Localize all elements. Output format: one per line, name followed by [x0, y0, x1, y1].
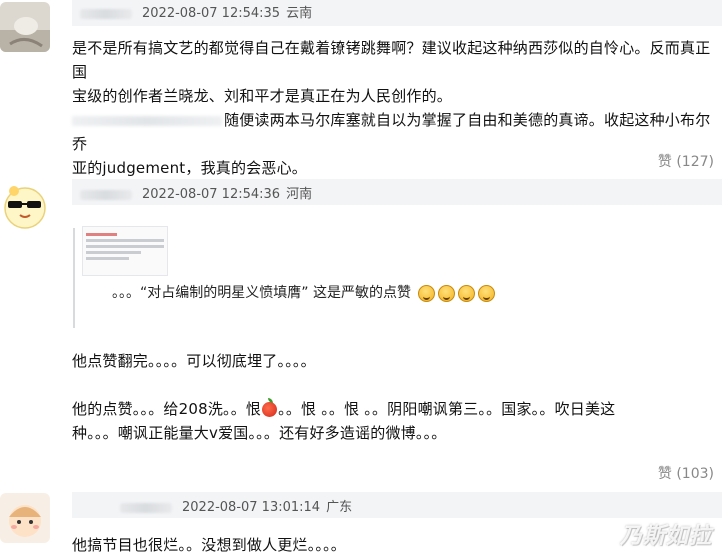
- redacted-text: [72, 115, 222, 126]
- quote-bar: [73, 228, 75, 328]
- avatar[interactable]: [0, 2, 50, 52]
- comment-meta: 2022-08-07 12:54:35 云南: [80, 2, 312, 21]
- comment-location: 云南: [286, 6, 313, 21]
- comment-time: 2022-08-07 12:54:35: [142, 6, 281, 21]
- comment-line-text: 他的点赞。。。给208洗。。恨: [72, 400, 262, 418]
- apple-emoji-icon: [262, 398, 278, 417]
- comment-time: 2022-08-07 13:01:14: [182, 500, 321, 515]
- comment-line: 亚的judgement，我真的会恶心。: [72, 159, 307, 177]
- comment-line: 宝级的创作者兰晓龙、刘和平才是真正在为人民创作的。: [72, 87, 453, 105]
- embedded-screenshot[interactable]: [82, 226, 168, 276]
- comment-line-text: 。。恨 。。恨 。。阴阳嘲讽第三。。国家。。吹日美这: [278, 400, 616, 418]
- username-redacted[interactable]: [120, 502, 172, 513]
- comment-line: 他点赞翻完。。。。可以彻底埋了。。。。: [72, 352, 316, 370]
- comment-body: 他点赞翻完。。。。可以彻底埋了。。。。: [72, 349, 712, 373]
- comment-location: 河南: [286, 187, 313, 202]
- comment-body: 他搞节目也很烂。。没想到做人更烂。。。。: [72, 533, 712, 557]
- comment-time: 2022-08-07 12:54:36: [142, 187, 281, 202]
- comment-line: 是不是所有搞文艺的都觉得自己在戴着镣铐跳舞啊？建议收起这种纳西莎似的自怜心。反而…: [72, 39, 711, 81]
- avatar[interactable]: [0, 493, 50, 543]
- comment-line: 种。。。嘲讽正能量大v爱国。。。还有好多造谣的微博。。。: [72, 424, 447, 442]
- comment-body: 是不是所有搞文艺的都觉得自己在戴着镣铐跳舞啊？建议收起这种纳西莎似的自怜心。反而…: [72, 36, 712, 180]
- quote-line: 。。。“对占编制的明星义愤填膺” 这是严敏的点赞: [112, 285, 411, 301]
- quote-text: 。。。“对占编制的明星义愤填膺” 这是严敏的点赞: [112, 282, 496, 302]
- comment-line: 他的点赞。。。给208洗。。恨 。。恨 。。恨 。。阴阳嘲讽第三。。国家。。吹日美…: [72, 397, 712, 421]
- watermark: 乃斯如拉: [619, 524, 712, 549]
- comment-line: 他搞节目也很烂。。没想到做人更烂。。。。: [72, 536, 347, 554]
- grin-emoji-icon: [418, 284, 436, 302]
- avatar[interactable]: [0, 181, 50, 231]
- grin-emoji-icon: [438, 284, 456, 302]
- like-button[interactable]: 赞 (127): [658, 151, 714, 171]
- username-redacted[interactable]: [80, 189, 132, 200]
- username-redacted[interactable]: [80, 8, 132, 19]
- grin-emoji-icon: [478, 284, 496, 302]
- comment-line: 随便读两本马尔库塞就自以为掌握了自由和美德的真谛。收起这种小布尔乔: [72, 108, 712, 156]
- comment-meta: 2022-08-07 13:01:14 广东: [120, 496, 352, 515]
- grin-emoji-icon: [458, 284, 476, 302]
- comment-meta: 2022-08-07 12:54:36 河南: [80, 183, 312, 202]
- comment-location: 广东: [326, 500, 353, 515]
- like-button[interactable]: 赞 (103): [658, 463, 714, 483]
- comment-body: 他的点赞。。。给208洗。。恨 。。恨 。。恨 。。阴阳嘲讽第三。。国家。。吹日美…: [72, 397, 712, 445]
